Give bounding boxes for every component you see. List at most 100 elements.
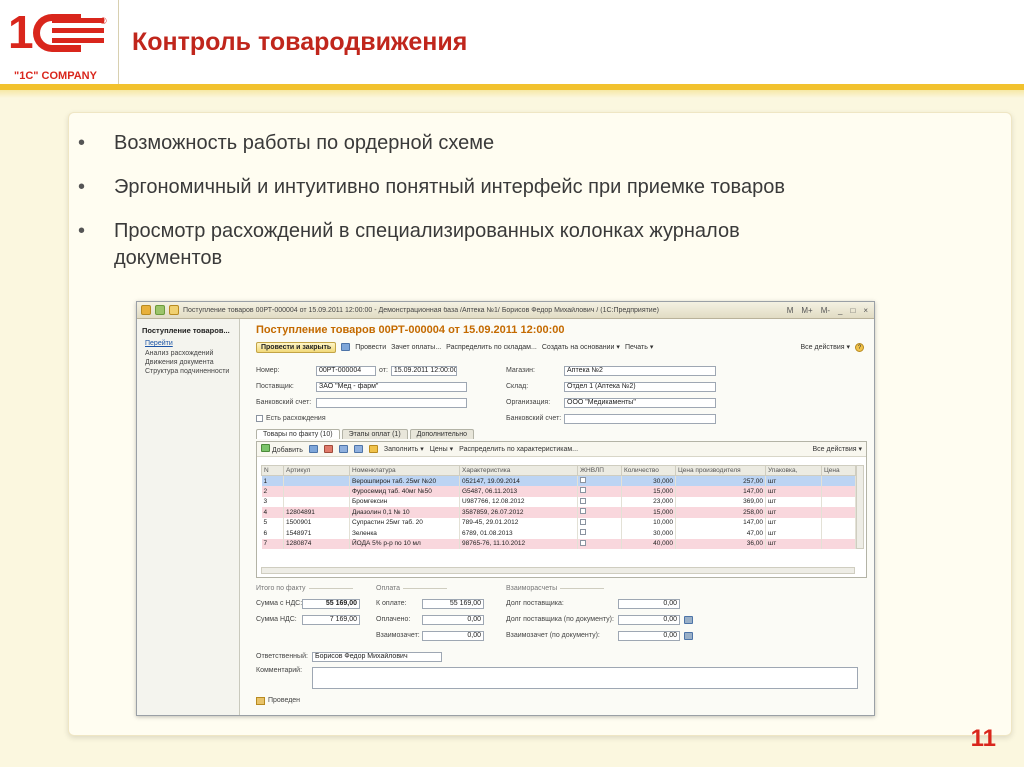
discrepancy-checkbox[interactable] [256,415,263,422]
settings-icon[interactable] [684,631,693,640]
close-button[interactable]: × [861,306,870,315]
prices-button[interactable]: Цены ▾ [430,445,453,453]
window-title: Поступление товаров 00РТ-000004 от 15.09… [183,306,659,314]
delete-icon[interactable] [323,445,333,453]
fill-button[interactable]: Заполнить ▾ [384,445,424,453]
debt-doc-value: 0,00 [618,614,680,625]
vital-checkbox[interactable] [580,539,586,546]
all-actions-button[interactable]: Все действия ▾ [801,343,850,351]
copy-icon[interactable] [308,445,318,453]
col-vital[interactable]: ЖНВЛП [577,465,622,476]
table-row[interactable]: 6 1548971 Зеленка 6789, 01.08.2013 30,000 47,… [261,528,856,539]
memory-plus-button[interactable]: M+ [799,306,814,315]
create-based-button[interactable]: Создать на основании ▾ [542,343,620,351]
post-close-button[interactable]: Провести и закрыть [256,341,337,353]
number-label: Номер: [256,367,280,374]
date-field[interactable]: 15.09.2011 12:00:00 [390,365,457,376]
nav-item-discrepancy[interactable]: Анализ расхождений [137,349,239,358]
print-button[interactable]: Печать ▾ [625,343,653,351]
col-qty[interactable]: Количество [621,465,676,476]
vital-checkbox[interactable] [580,518,586,525]
col-name[interactable]: Номенклатура [349,465,460,476]
col-char[interactable]: Характеристика [459,465,578,476]
offset-label: Взаимозачет: [376,632,420,639]
table-row[interactable]: 5 1500901 Супрастин 25мг таб. 20 789-45, 29… [261,517,856,528]
paid-label: Оплачено: [376,616,411,623]
vital-checkbox[interactable] [580,477,586,483]
number-field[interactable]: 00РТ-000004 [316,365,376,376]
table-row[interactable]: 7 1280874 ЙОДА 5% р-р по 10 мл 98765-76, 11… [261,538,856,549]
comment-field[interactable] [312,667,858,689]
warehouse-label: Склад: [506,383,529,390]
move-up-icon[interactable] [338,445,348,453]
pay-group-label: Оплата [376,585,447,592]
table-horizontal-scrollbar[interactable] [261,567,855,574]
goods-tab-panel: Добавить Заполнить ▾ Цены ▾ Распределить… [256,441,867,578]
fact-group-label: Итого по факту [256,585,353,592]
memory-button[interactable]: M [785,306,796,315]
warehouse-field[interactable]: Отдел 1 (Аптека №2) [564,381,716,392]
table-row[interactable]: 3 Бромгексин U987766, 12.08.2012 23,000 369,… [261,496,856,507]
star-icon[interactable] [169,305,179,315]
store-label: Магазин: [506,367,535,374]
tab-goods-fact[interactable]: Товары по факту (10) [256,429,340,439]
org-label: Организация: [506,399,551,406]
vital-checkbox[interactable] [580,508,586,515]
vital-checkbox[interactable] [580,497,586,504]
recalc-icon[interactable] [684,615,693,624]
help-icon[interactable]: ? [855,342,864,352]
save-icon[interactable] [341,343,351,351]
table-vertical-scrollbar[interactable] [856,465,864,549]
tab-additional[interactable]: Дополнительно [409,429,475,439]
responsible-field[interactable]: Борисов Федор Михайлович [312,651,442,662]
app-menu-icon[interactable] [141,305,151,315]
payment-offset-button[interactable]: Зачет оплаты... [391,344,441,351]
org-row: Организация: ООО "Медикаменты" [506,397,716,408]
move-down-icon[interactable] [353,445,363,453]
vital-checkbox[interactable] [580,487,586,494]
supplier-field[interactable]: ЗАО "Мед - фарм" [316,381,467,392]
nav-item-structure[interactable]: Структура подчиненности [137,367,239,376]
col-price2[interactable]: Цена [821,465,856,476]
debt-value: 0,00 [618,598,680,609]
barcode-icon[interactable] [368,445,378,453]
memory-minus-button[interactable]: M- [819,306,832,315]
table-row[interactable]: 4 12804891 Диазолин 0,1 № 10 3587859, 26.07… [261,507,856,518]
nav-go-link[interactable]: Перейти [137,338,239,349]
col-price[interactable]: Цена производителя [675,465,766,476]
warehouse-row: Склад: Отдел 1 (Аптека №2) [506,381,716,392]
col-n[interactable]: N [261,465,284,476]
post-button[interactable]: Провести [355,344,386,351]
nav-header: Поступление товаров... [142,326,230,335]
col-article[interactable]: Артикул [283,465,350,476]
store-row: Магазин: Аптека №2 [506,365,716,376]
sum-vat-row: Сумма с НДС: 55 169,00 [256,598,360,609]
back-icon[interactable] [155,305,165,315]
table-row[interactable]: 2 Фуросемид таб. 40мг №50 G5487, 06.11.201… [261,486,856,497]
bank2-label: Банковский счет: [506,415,562,422]
responsible-row: Ответственный: Борисов Федор Михайлович [256,651,442,662]
tab-payment-stages[interactable]: Этапы оплат (1) [341,429,408,439]
nav-item-movements[interactable]: Движения документа [137,358,239,367]
distribute-button[interactable]: Распределить по складам... [446,344,537,351]
store-field[interactable]: Аптека №2 [564,365,716,376]
add-icon [261,444,270,452]
offset-value: 0,00 [422,630,484,641]
bank2-field[interactable] [564,413,716,424]
supplier-label: Поставщик: [256,383,294,390]
org-field[interactable]: ООО "Медикаменты" [564,397,716,408]
col-pack[interactable]: Упаковка, [765,465,822,476]
minimize-button[interactable]: _ [836,306,844,315]
paid-row: Оплачено: 0,00 [376,614,484,625]
page-number: 11 [970,725,996,752]
add-row-button[interactable]: Добавить [261,444,303,454]
sum-vat-label: Сумма с НДС: [256,600,303,607]
maximize-button[interactable]: □ [848,306,857,315]
bank2-row: Банковский счет: [506,413,716,424]
distribute-char-button[interactable]: Распределить по характеристикам... [459,446,578,453]
bank-field[interactable] [316,397,467,408]
debt-label: Долг поставщика: [506,600,564,607]
table-all-actions-button[interactable]: Все действия ▾ [813,445,862,453]
vital-checkbox[interactable] [580,529,586,536]
table-row[interactable]: 1 Верошпирон таб. 25мг №20 052147, 19.09.2… [261,475,856,486]
